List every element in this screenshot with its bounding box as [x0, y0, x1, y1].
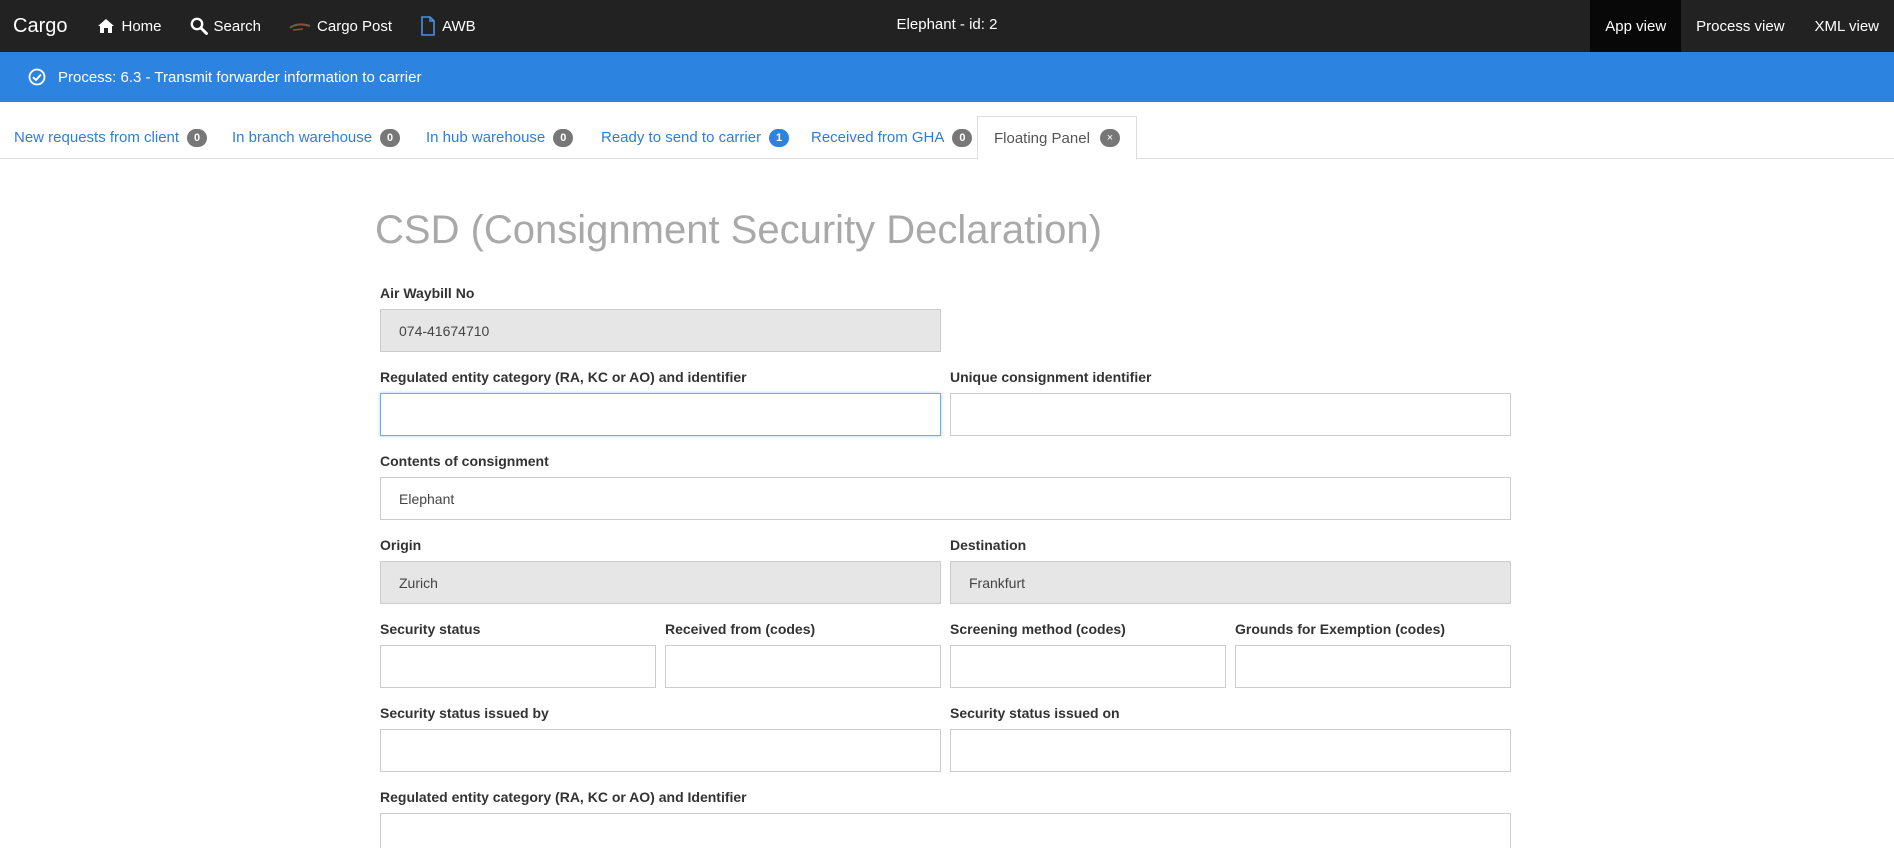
reg-entity2-field[interactable]	[380, 813, 1511, 848]
tab-label: Received from GHA	[811, 129, 945, 146]
reg-entity-field[interactable]	[380, 393, 941, 436]
count-badge: 0	[553, 128, 574, 147]
origin-label: Origin	[380, 537, 422, 553]
awb-field[interactable]: 074-41674710	[380, 309, 941, 352]
nav-cargo-post[interactable]: Cargo Post	[289, 18, 392, 35]
view-switcher: App view Process view XML view	[1590, 0, 1894, 52]
form-title: CSD (Consignment Security Declaration)	[375, 208, 1102, 252]
tab-branch-warehouse[interactable]: In branch warehouse 0	[232, 116, 401, 159]
origin-field[interactable]: Zurich	[380, 561, 941, 604]
count-badge: 0	[952, 128, 973, 147]
grounds-field[interactable]	[1235, 645, 1511, 688]
destination-field[interactable]: Frankfurt	[950, 561, 1511, 604]
nav-search[interactable]: Search	[190, 17, 262, 35]
nav-awb-label: AWB	[442, 17, 476, 35]
issued-by-field[interactable]	[380, 729, 941, 772]
tab-new-requests[interactable]: New requests from client 0	[14, 116, 208, 159]
check-circle-icon	[28, 68, 46, 86]
nav-search-label: Search	[213, 17, 262, 35]
tab-label: Ready to send to carrier	[601, 129, 762, 146]
grounds-label: Grounds for Exemption (codes)	[1235, 621, 1446, 637]
tab-label: Floating Panel	[994, 129, 1090, 147]
close-icon[interactable]: ×	[1099, 129, 1120, 147]
xml-view-tab[interactable]: XML view	[1800, 0, 1894, 52]
count-badge: 1	[769, 128, 790, 147]
process-view-tab[interactable]: Process view	[1681, 0, 1799, 52]
cargo-post-icon	[289, 20, 311, 32]
process-text: Process: 6.3 - Transmit forwarder inform…	[58, 68, 422, 86]
tab-label: In hub warehouse	[426, 129, 546, 146]
issued-by-label: Security status issued by	[380, 705, 549, 721]
tab-floating-panel[interactable]: Floating Panel ×	[977, 116, 1137, 160]
nav-home[interactable]: Home	[97, 17, 162, 35]
contents-label: Contents of consignment	[380, 453, 549, 469]
issued-on-field[interactable]	[950, 729, 1511, 772]
count-badge: 0	[380, 128, 401, 147]
received-from-field[interactable]	[665, 645, 941, 688]
count-badge: 0	[187, 128, 208, 147]
queue-tabs: New requests from client 0 In branch war…	[0, 116, 1894, 160]
tab-hub-warehouse[interactable]: In hub warehouse 0	[426, 116, 574, 159]
screening-method-label: Screening method (codes)	[950, 621, 1126, 637]
top-navbar: Cargo Home Search Cargo Post AWB Elephan…	[0, 0, 1894, 52]
security-status-label: Security status	[380, 621, 481, 637]
brand-logo[interactable]: Cargo	[0, 15, 97, 38]
unique-id-field[interactable]	[950, 393, 1511, 436]
received-from-label: Received from (codes)	[665, 621, 816, 637]
document-icon	[420, 16, 436, 36]
nav-awb[interactable]: AWB	[420, 16, 476, 36]
tab-received-from-gha[interactable]: Received from GHA 0	[811, 116, 973, 159]
tab-label: New requests from client	[14, 129, 180, 146]
home-icon	[97, 18, 115, 34]
issued-on-label: Security status issued on	[950, 705, 1120, 721]
screening-method-field[interactable]	[950, 645, 1226, 688]
reg-entity-label: Regulated entity category (RA, KC or AO)…	[380, 369, 747, 385]
tab-label: In branch warehouse	[232, 129, 373, 146]
security-status-field[interactable]	[380, 645, 656, 688]
reg-entity2-label: Regulated entity category (RA, KC or AO)…	[380, 789, 747, 805]
contents-field[interactable]: Elephant	[380, 477, 1511, 520]
process-banner: Process: 6.3 - Transmit forwarder inform…	[0, 52, 1894, 102]
awb-label: Air Waybill No	[380, 285, 475, 301]
unique-id-label: Unique consignment identifier	[950, 369, 1152, 385]
app-view-tab[interactable]: App view	[1590, 0, 1682, 52]
destination-label: Destination	[950, 537, 1027, 553]
tab-ready-to-send[interactable]: Ready to send to carrier 1	[601, 116, 790, 159]
nav-home-label: Home	[121, 17, 162, 35]
search-icon	[190, 17, 208, 35]
nav-cargo-post-label: Cargo Post	[317, 17, 393, 35]
